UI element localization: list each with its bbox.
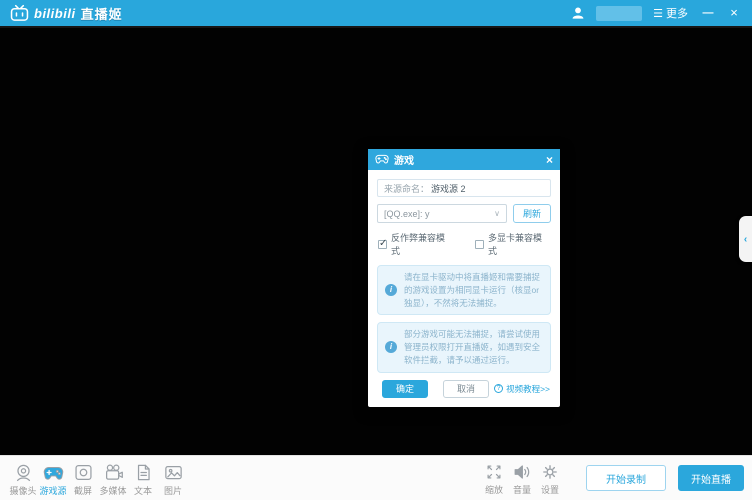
control-label: 音量 (513, 483, 531, 496)
anticheat-checkbox-label: 反作弊兼容模式 (391, 231, 453, 257)
image-icon (163, 462, 184, 483)
username-area[interactable] (596, 6, 642, 21)
video-tutorial-link[interactable]: ? 视频教程>> (494, 383, 550, 395)
stream-controls: 缩放 音量 设置 开始录制 开始直播 (480, 460, 744, 496)
app-logo: bilibili 直播姬 (10, 4, 123, 23)
minimize-button[interactable]: — (699, 5, 715, 21)
chevron-down-icon: ∨ (494, 209, 500, 218)
admin-permission-notice-text: 部分游戏可能无法捕捉，请尝试使用管理员权限打开直播姬，如遇到安全软件拦截，请予以… (404, 328, 543, 366)
screenshot-icon (73, 462, 94, 483)
source-item-label: 摄像头 (9, 484, 36, 497)
source-item-label: 截屏 (74, 484, 92, 497)
process-select-value: [QQ.exe]: y (384, 209, 430, 219)
multigpu-checkbox[interactable]: ✓ (475, 240, 484, 249)
user-icon[interactable] (571, 6, 585, 20)
info-icon: i (385, 341, 397, 353)
bottom-toolbar: 摄像头 游戏源 截屏 (0, 455, 752, 500)
source-name-label: 来源命名： (384, 182, 429, 195)
volume-icon (512, 462, 532, 482)
source-item-screenshot[interactable]: 截屏 (68, 460, 98, 497)
dialog-titlebar[interactable]: 游戏 × (368, 149, 560, 170)
media-icon (103, 462, 124, 483)
dialog-title: 游戏 (394, 152, 546, 167)
anticheat-checkbox[interactable]: ✓ (378, 240, 387, 249)
source-item-text[interactable]: 文本 (128, 460, 158, 497)
dialog-close-button[interactable]: × (546, 154, 553, 166)
source-item-image[interactable]: 图片 (158, 460, 188, 497)
more-label: 更多 (666, 5, 688, 21)
game-source-dialog: 游戏 × 来源命名： 游戏源 2 [QQ.exe]: y ∨ 刷新 ✓ 反作弊兼… (368, 149, 560, 407)
bilibili-tv-logo-icon (10, 4, 29, 22)
panel-toggle-tab[interactable]: ‹ (739, 216, 752, 262)
source-name-value: 游戏源 2 (431, 182, 466, 195)
start-recording-button[interactable]: 开始录制 (586, 465, 666, 491)
source-name-input[interactable]: 来源命名： 游戏源 2 (377, 179, 551, 197)
admin-permission-notice: i 部分游戏可能无法捕捉，请尝试使用管理员权限打开直播姬，如遇到安全软件拦截，请… (377, 322, 551, 372)
source-item-game[interactable]: 游戏源 (38, 460, 68, 497)
source-item-label: 多媒体 (99, 484, 126, 497)
source-item-media[interactable]: 多媒体 (98, 460, 128, 497)
control-volume[interactable]: 音量 (508, 460, 536, 496)
control-settings[interactable]: 设置 (536, 460, 564, 496)
gamepad-icon (43, 462, 64, 483)
preview-area: ‹ 游戏 × 来源命名： 游戏源 2 [QQ.exe]: (0, 26, 752, 455)
settings-gear-icon (540, 462, 560, 482)
brand-text: bilibili (34, 6, 76, 21)
help-circle-icon: ? (494, 384, 503, 393)
menu-icon: ☰ (653, 7, 663, 20)
more-menu-button[interactable]: ☰ 更多 (653, 5, 688, 21)
gpu-driver-notice: i 请在显卡驱动中将直播姬和需要捕捉的游戏设置为相同显卡运行（核显or独显），不… (377, 265, 551, 315)
gamepad-icon (375, 154, 389, 165)
source-item-label: 游戏源 (39, 484, 66, 497)
control-label: 设置 (541, 483, 559, 496)
product-name: 直播姬 (81, 4, 123, 23)
multigpu-checkbox-item[interactable]: ✓ 多显卡兼容模式 (475, 231, 550, 257)
anticheat-checkbox-item[interactable]: ✓ 反作弊兼容模式 (378, 231, 453, 257)
info-icon: i (385, 284, 397, 296)
multigpu-checkbox-label: 多显卡兼容模式 (488, 231, 550, 257)
ok-button[interactable]: 确定 (382, 380, 428, 398)
chevron-left-icon: ‹ (744, 234, 747, 245)
cancel-button[interactable]: 取消 (443, 380, 489, 398)
text-icon (133, 462, 154, 483)
check-icon: ✓ (379, 238, 387, 249)
titlebar: bilibili 直播姬 ☰ 更多 — × (0, 0, 752, 26)
video-tutorial-label: 视频教程>> (506, 383, 550, 395)
gpu-driver-notice-text: 请在显卡驱动中将直播姬和需要捕捉的游戏设置为相同显卡运行（核显or独显），不然将… (404, 271, 543, 309)
control-resize[interactable]: 缩放 (480, 460, 508, 496)
close-button[interactable]: × (726, 5, 742, 21)
refresh-button[interactable]: 刷新 (513, 204, 551, 223)
source-item-webcam[interactable]: 摄像头 (8, 460, 38, 497)
webcam-icon (13, 462, 34, 483)
source-buttons: 摄像头 游戏源 截屏 (8, 460, 188, 497)
process-select[interactable]: [QQ.exe]: y ∨ (377, 204, 507, 223)
start-streaming-button[interactable]: 开始直播 (678, 465, 744, 491)
source-item-label: 文本 (134, 484, 152, 497)
resize-icon (484, 462, 504, 482)
control-label: 缩放 (485, 483, 503, 496)
source-item-label: 图片 (164, 484, 182, 497)
